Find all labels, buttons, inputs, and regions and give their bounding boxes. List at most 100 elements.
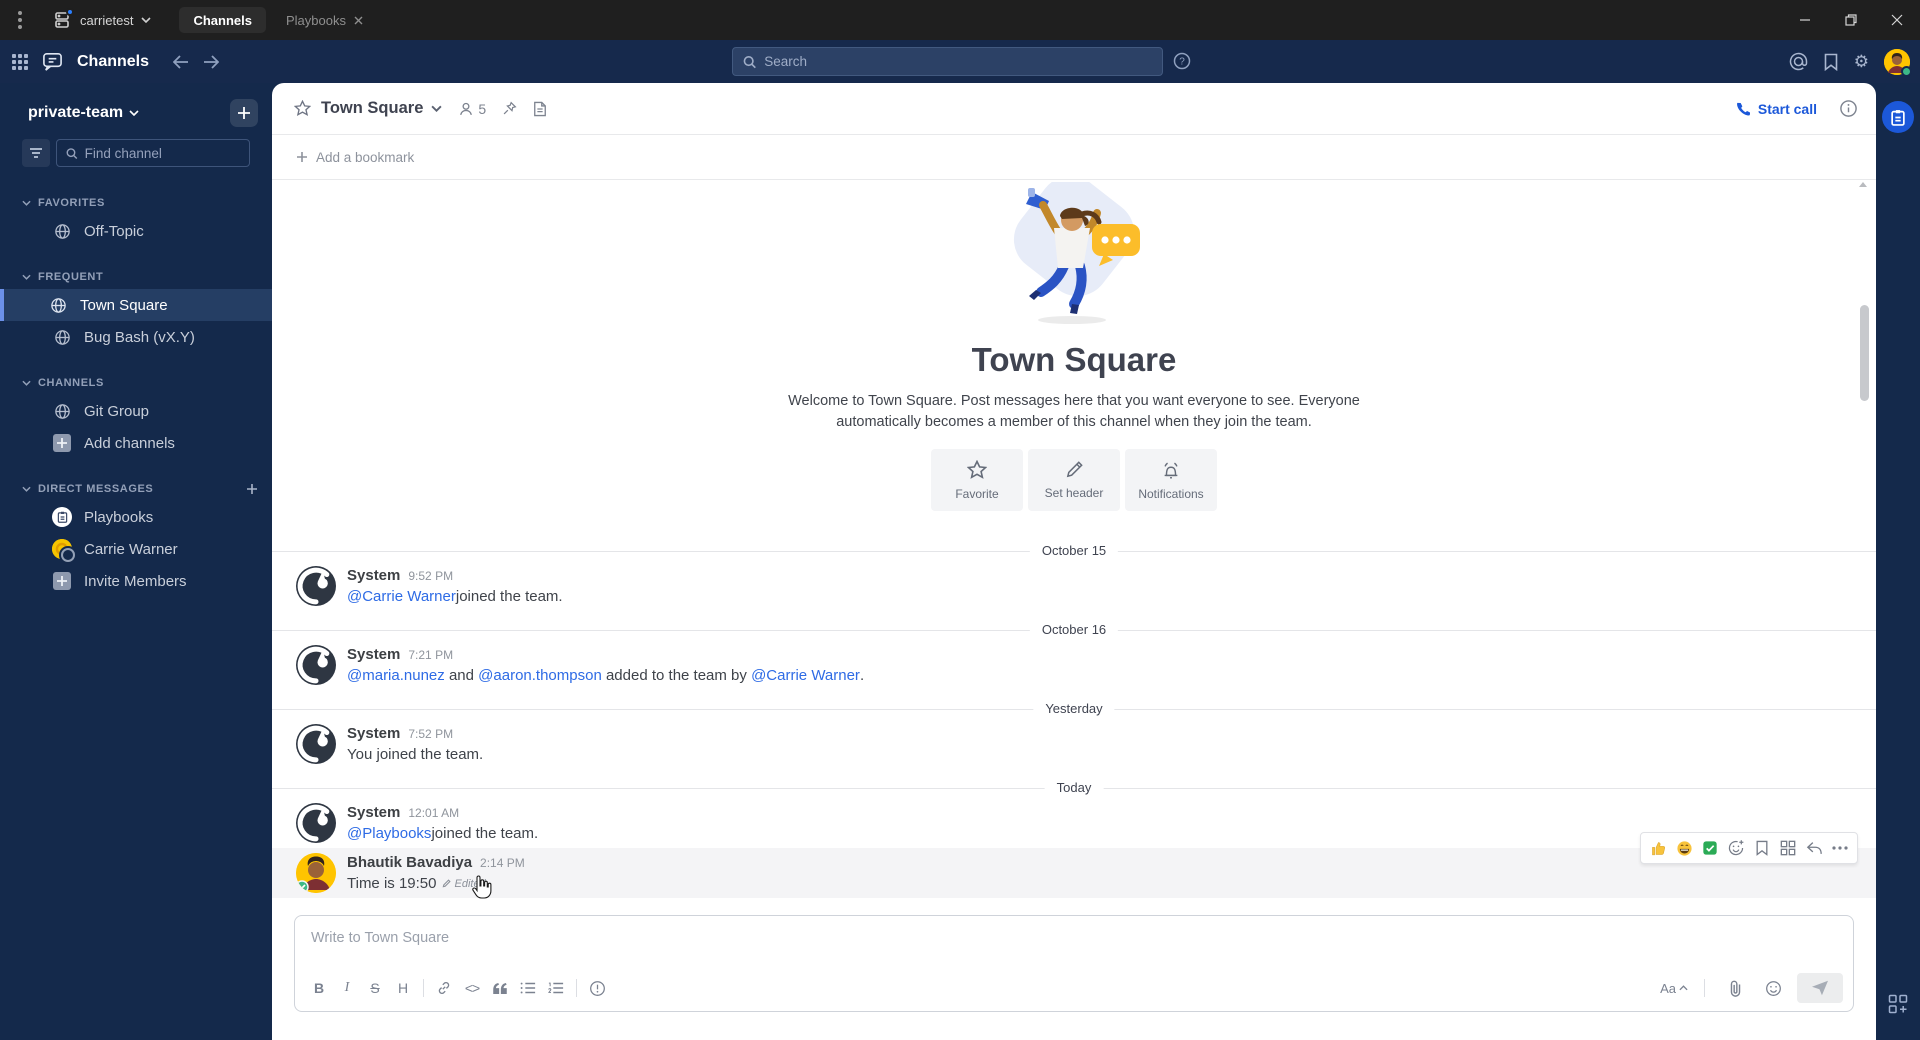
system-message[interactable]: System 7:52 PM You joined the team. <box>272 719 1876 769</box>
sidebar-item-add-channels[interactable]: Add channels <box>0 427 272 459</box>
start-call-button[interactable]: Start call <box>1734 101 1817 117</box>
history-forward-icon[interactable] <box>203 54 220 69</box>
heading-button[interactable]: H <box>389 975 417 1001</box>
message-priority-button[interactable] <box>583 975 611 1001</box>
add-direct-message-icon[interactable] <box>246 483 258 495</box>
add-channel-plus-button[interactable] <box>230 99 258 127</box>
search-box[interactable] <box>732 47 1163 76</box>
tab-channels[interactable]: Channels <box>179 7 266 33</box>
find-channel-input[interactable] <box>84 145 240 161</box>
minimize-button[interactable] <box>1782 0 1828 40</box>
window-controls <box>1782 0 1920 40</box>
globe-icon <box>52 329 72 346</box>
attach-file-button[interactable] <box>1721 975 1749 1001</box>
channel-filter-button[interactable] <box>22 139 50 167</box>
mention-link[interactable]: @Carrie Warner <box>347 588 456 605</box>
sidebar-item-town-square[interactable]: Town Square <box>0 289 272 321</box>
quick-reaction-grin[interactable] <box>1672 836 1696 860</box>
more-actions-icon[interactable] <box>1828 836 1852 860</box>
notifications-action-button[interactable]: Notifications <box>1125 449 1217 511</box>
channel-name-menu[interactable]: Town Square <box>321 99 442 118</box>
search-input[interactable] <box>764 54 1152 69</box>
playbooks-app-button[interactable] <box>1882 101 1914 133</box>
product-title: Channels <box>77 52 150 70</box>
history-back-icon[interactable] <box>173 54 189 69</box>
channel-files-icon[interactable] <box>533 101 547 117</box>
favorite-action-button[interactable]: Favorite <box>931 449 1023 511</box>
quote-button[interactable] <box>486 975 514 1001</box>
user-message-hovered[interactable]: Bhautik Bavadiya 2:14 PM Time is 19:50 Ed… <box>272 832 1876 899</box>
send-message-button[interactable] <box>1797 973 1843 1003</box>
message-editor[interactable]: Write to Town Square B I S H <> Aa <box>294 915 1854 1012</box>
message-list[interactable]: Town Square Welcome to Town Square. Post… <box>272 180 1876 909</box>
sidebar-item-invite-members[interactable]: Invite Members <box>0 565 272 597</box>
sidebar-item-bug-bash[interactable]: Bug Bash (vX.Y) <box>0 321 272 353</box>
section-channels-header[interactable]: CHANNELS <box>0 371 272 395</box>
reply-icon[interactable] <box>1802 836 1826 860</box>
sidebar-item-dm-carrie-warner[interactable]: Carrie Warner <box>0 533 272 565</box>
sidebar-item-git-group[interactable]: Git Group <box>0 395 272 427</box>
system-message[interactable]: System 7:21 PM @maria.nunez and @aaron.th… <box>272 640 1876 690</box>
save-message-icon[interactable] <box>1750 836 1774 860</box>
system-message[interactable]: System 9:52 PM @Carrie Warner joined the … <box>272 561 1876 611</box>
pinned-posts-icon[interactable] <box>502 101 517 116</box>
message-input[interactable]: Write to Town Square <box>295 916 1853 973</box>
team-menu[interactable]: private-team <box>28 104 139 122</box>
italic-button[interactable]: I <box>333 975 361 1001</box>
toggle-formatting-button[interactable]: Aa <box>1660 981 1688 996</box>
sidebar-item-off-topic[interactable]: Off-Topic <box>0 215 272 247</box>
marketplace-apps-button[interactable] <box>1876 994 1920 1014</box>
bookmarks-bar: Add a bookmark <box>272 135 1876 180</box>
code-button[interactable]: <> <box>458 975 486 1001</box>
section-favorites-header[interactable]: FAVORITES <box>0 191 272 215</box>
mention-link[interactable]: @aaron.thompson <box>478 667 602 684</box>
close-window-button[interactable] <box>1874 0 1920 40</box>
server-selector[interactable]: carrietest <box>54 8 152 29</box>
playbooks-bot-avatar <box>52 507 72 527</box>
section-dm-header[interactable]: DIRECT MESSAGES <box>0 477 272 501</box>
mention-link[interactable]: @maria.nunez <box>347 667 445 684</box>
emoji-picker-button[interactable] <box>1759 975 1787 1001</box>
numbered-list-button[interactable] <box>542 975 570 1001</box>
help-icon[interactable]: ? <box>1173 52 1191 70</box>
settings-gear-icon[interactable]: ⚙ <box>1854 53 1869 70</box>
set-header-action-button[interactable]: Set header <box>1028 449 1120 511</box>
tab-playbooks[interactable]: Playbooks <box>272 7 377 33</box>
pencil-icon <box>443 879 452 888</box>
sidebar-item-dm-playbooks[interactable]: Playbooks <box>0 501 272 533</box>
system-message[interactable]: System 12:01 AM @Playbooks joined the tea… <box>272 798 1876 848</box>
system-avatar <box>296 566 336 606</box>
quick-reaction-check-mark[interactable] <box>1698 836 1722 860</box>
saved-posts-icon[interactable] <box>1823 53 1839 71</box>
carrie-warner-avatar <box>52 539 75 562</box>
current-user-avatar[interactable] <box>1884 48 1912 77</box>
scrollbar-thumb[interactable] <box>1860 305 1869 401</box>
channel-info-icon[interactable] <box>1839 99 1858 118</box>
bell-icon <box>1164 461 1178 478</box>
search-icon <box>743 55 756 68</box>
bold-button[interactable]: B <box>305 975 333 1001</box>
add-reaction-icon[interactable] <box>1724 836 1748 860</box>
mention-link[interactable]: @Carrie Warner <box>751 667 860 684</box>
favorite-star-icon[interactable] <box>294 100 311 117</box>
strikethrough-button[interactable]: S <box>361 975 389 1001</box>
message-apps-icon[interactable] <box>1776 836 1800 860</box>
mentions-icon[interactable] <box>1789 52 1808 71</box>
restore-button[interactable] <box>1828 0 1874 40</box>
close-tab-icon[interactable] <box>354 16 363 25</box>
server-unread-badge <box>66 8 74 16</box>
quick-reaction-thumbs-up[interactable] <box>1646 836 1670 860</box>
section-frequent-header[interactable]: FREQUENT <box>0 265 272 289</box>
link-button[interactable] <box>430 975 458 1001</box>
product-switcher-icon[interactable] <box>12 53 28 70</box>
system-avatar <box>296 724 336 764</box>
find-channel-box[interactable] <box>56 139 250 167</box>
scroll-up-arrow[interactable] <box>1859 182 1867 187</box>
members-count-button[interactable]: 5 <box>458 101 486 117</box>
mention-link[interactable]: @Playbooks <box>347 825 431 842</box>
bullet-list-button[interactable] <box>514 975 542 1001</box>
user-avatar <box>296 853 336 893</box>
add-bookmark-button[interactable]: Add a bookmark <box>296 150 414 165</box>
app-menu-icon[interactable] <box>0 11 40 29</box>
message-actions-toolbar <box>1640 832 1858 864</box>
